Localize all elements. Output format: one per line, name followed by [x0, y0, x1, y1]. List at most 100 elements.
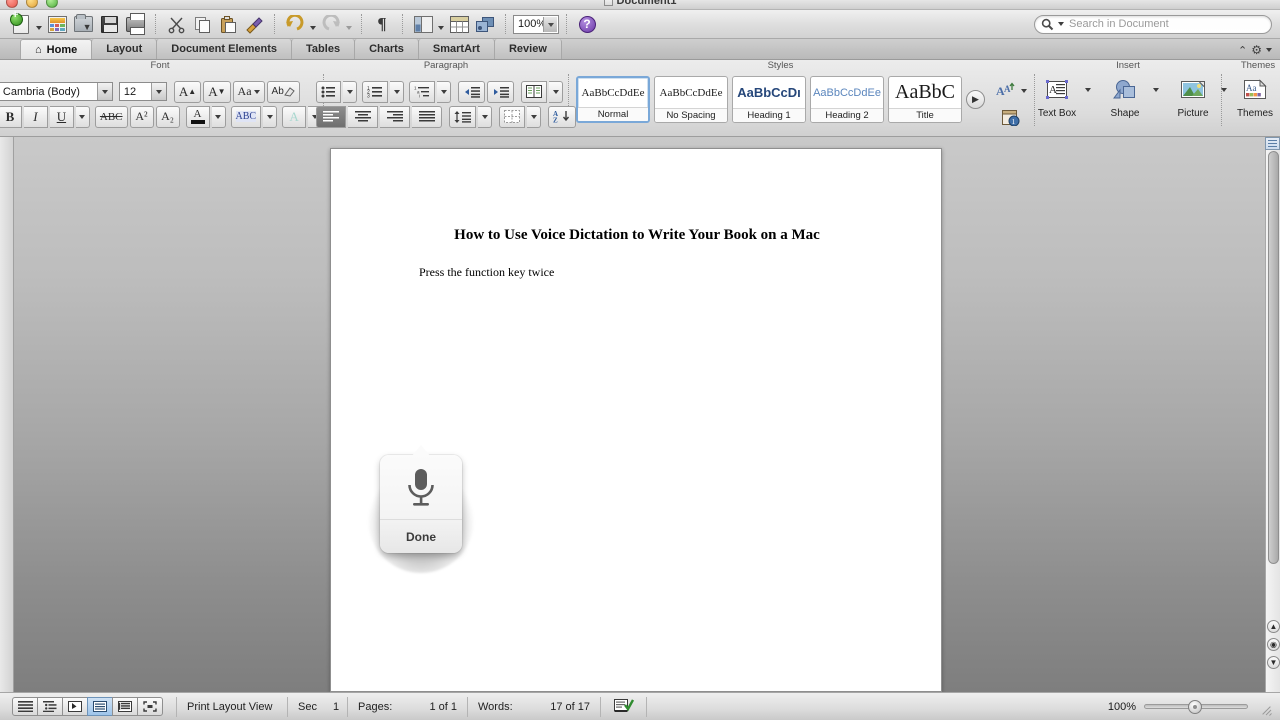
tab-home[interactable]: ⌂ Home [20, 39, 93, 59]
sidebar-panes-button[interactable] [410, 12, 436, 36]
font-family-combo[interactable]: Cambria (Body) [0, 82, 113, 101]
save-button[interactable] [96, 12, 122, 36]
previous-page-button[interactable]: ▲ [1267, 620, 1280, 633]
style-title[interactable]: AaBbC Title [888, 76, 962, 123]
document-gallery-button[interactable] [44, 12, 70, 36]
tab-tables[interactable]: Tables [291, 39, 356, 59]
change-case-button[interactable]: Aa [232, 80, 265, 103]
font-color-dropdown[interactable] [211, 105, 226, 128]
styles-pane-button[interactable]: A A [993, 79, 1019, 103]
underline-button[interactable]: U [49, 105, 74, 128]
align-right-button[interactable] [380, 105, 410, 128]
highlight-dropdown[interactable] [263, 105, 278, 128]
split-window-box[interactable] [1265, 137, 1280, 150]
shape-dropdown[interactable] [1153, 87, 1159, 92]
shape-button[interactable]: Shape [1097, 74, 1153, 119]
align-left-button[interactable] [316, 105, 346, 128]
print-button[interactable] [122, 12, 148, 36]
text-effects-button[interactable]: A [282, 105, 307, 128]
text-box-control[interactable]: A Text Box [1029, 74, 1091, 119]
font-size-dropdown[interactable] [150, 83, 166, 100]
next-page-button[interactable]: ▼ [1267, 656, 1280, 669]
undo-button[interactable] [282, 12, 308, 36]
picture-button[interactable]: Picture [1165, 74, 1221, 119]
borders-dropdown[interactable] [527, 105, 541, 128]
tab-layout[interactable]: Layout [91, 39, 158, 59]
collapse-ribbon-icon[interactable]: ⌃ [1238, 44, 1247, 57]
text-box-dropdown[interactable] [1085, 87, 1091, 92]
numbered-list-dropdown[interactable] [390, 80, 404, 103]
document-page[interactable]: How to Use Voice Dictation to Write Your… [330, 148, 942, 692]
text-box-button[interactable]: A Text Box [1029, 74, 1085, 119]
font-size-combo[interactable]: 12 [118, 82, 167, 101]
new-document-dropdown[interactable] [34, 12, 44, 36]
numbered-list-button[interactable]: 123 [362, 80, 388, 103]
style-heading-2[interactable]: AaBbCcDdEе Heading 2 [810, 76, 884, 123]
search-field[interactable] [1034, 14, 1272, 34]
picture-control[interactable]: Picture [1165, 74, 1227, 119]
multilevel-list-dropdown[interactable] [437, 80, 451, 103]
redo-dropdown[interactable] [344, 12, 354, 36]
underline-dropdown[interactable] [75, 105, 90, 128]
italic-button[interactable]: I [23, 105, 48, 128]
notebook-layout-view-button[interactable] [112, 697, 138, 716]
spelling-cell[interactable] [601, 696, 647, 717]
search-scope-caret[interactable] [1058, 22, 1064, 26]
cut-button[interactable] [163, 12, 189, 36]
justify-button[interactable] [412, 105, 442, 128]
spelling-check-icon[interactable] [613, 698, 634, 716]
zoom-stepper[interactable] [543, 16, 557, 32]
search-input[interactable] [1069, 18, 1263, 30]
subscript-button[interactable]: A₂ [155, 105, 180, 128]
tab-review[interactable]: Review [493, 39, 562, 59]
align-center-button[interactable] [348, 105, 378, 128]
select-browse-object-button[interactable]: ◉ [1267, 638, 1280, 651]
full-screen-view-button[interactable] [137, 697, 163, 716]
line-spacing-button[interactable] [449, 105, 476, 128]
format-painter-button[interactable] [241, 12, 267, 36]
paste-button[interactable] [215, 12, 241, 36]
vertical-scrollbar[interactable]: ▲ ◉ ▼ [1265, 137, 1280, 692]
strikethrough-button[interactable]: ABC [94, 105, 128, 128]
style-normal[interactable]: AaBbCcDdEе Normal [576, 76, 650, 123]
zoom-slider-knob[interactable] [1188, 699, 1202, 714]
style-no-spacing[interactable]: AaBbCcDdEе No Spacing [654, 76, 728, 123]
help-button[interactable]: ? [574, 12, 600, 36]
new-document-button[interactable] [8, 10, 34, 36]
publishing-layout-view-button[interactable] [62, 697, 88, 716]
bold-button[interactable]: B [0, 105, 22, 128]
undo-dropdown[interactable] [308, 12, 318, 36]
tab-smartart[interactable]: SmartArt [417, 39, 495, 59]
shrink-font-button[interactable]: A ▼ [203, 80, 231, 103]
table-button[interactable] [446, 12, 472, 36]
media-browser-button[interactable] [472, 12, 498, 36]
styles-gallery-more-button[interactable]: ▶ [966, 90, 985, 109]
dictation-done-button[interactable]: Done [380, 520, 462, 553]
grow-font-button[interactable]: A ▲ [173, 80, 202, 103]
search-icon[interactable] [1041, 18, 1054, 31]
themes-button[interactable]: Aa Themes [1227, 74, 1280, 119]
style-heading-1[interactable]: AaBbCcDı Heading 1 [732, 76, 806, 123]
shape-control[interactable]: Shape [1097, 74, 1159, 119]
zoom-combo[interactable]: 100% [513, 14, 559, 34]
themes-control[interactable]: Aa Themes [1227, 74, 1280, 119]
zoom-slider[interactable] [1144, 699, 1248, 714]
resize-grip[interactable] [1258, 700, 1272, 716]
show-paragraph-marks-button[interactable]: ¶ [369, 12, 395, 36]
superscript-button[interactable]: A² [129, 105, 154, 128]
print-layout-view-button[interactable] [87, 697, 113, 716]
tab-charts[interactable]: Charts [354, 39, 419, 59]
outline-view-button[interactable] [37, 697, 63, 716]
vertical-scrollbar-thumb[interactable] [1268, 151, 1279, 564]
document-area[interactable]: How to Use Voice Dictation to Write Your… [0, 137, 1280, 692]
decrease-indent-button[interactable] [458, 80, 485, 103]
bulleted-list-dropdown[interactable] [343, 80, 357, 103]
copy-button[interactable] [189, 12, 215, 36]
increase-indent-button[interactable] [487, 80, 514, 103]
gear-icon[interactable]: ⚙ [1251, 43, 1262, 57]
columns-dropdown[interactable] [549, 80, 563, 103]
font-color-button[interactable]: A [185, 105, 210, 128]
multilevel-list-button[interactable]: 1 a i [409, 80, 435, 103]
open-button[interactable] [70, 12, 96, 36]
borders-button[interactable] [499, 105, 525, 128]
